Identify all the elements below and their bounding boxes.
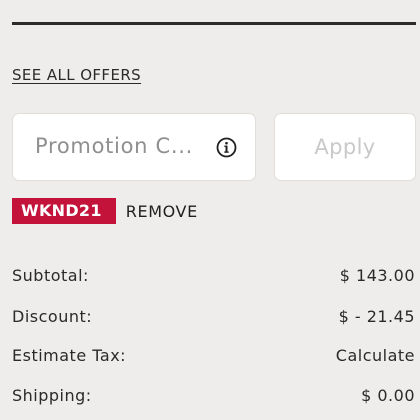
promotion-code-input[interactable]: Promotion C...: [12, 113, 256, 181]
promotion-code-placeholder: Promotion C...: [35, 134, 194, 158]
shipping-value: $ 0.00: [361, 386, 415, 405]
calculate-tax-link[interactable]: Calculate: [336, 346, 415, 365]
section-divider: [12, 22, 416, 25]
applied-code-row: WKND21 REMOVE: [12, 198, 198, 224]
discount-value: $ - 21.45: [338, 307, 415, 326]
apply-button[interactable]: Apply: [274, 113, 416, 181]
info-circle-icon[interactable]: [216, 137, 237, 158]
subtotal-label: Subtotal:: [12, 266, 89, 285]
remove-code-link[interactable]: REMOVE: [126, 202, 198, 221]
estimate-tax-label: Estimate Tax:: [12, 346, 127, 365]
promo-code-row: Promotion C... Apply: [12, 113, 416, 181]
see-all-offers-link[interactable]: SEE ALL OFFERS: [12, 66, 141, 84]
shipping-label: Shipping:: [12, 386, 92, 405]
order-summary-panel: SEE ALL OFFERS Promotion C... Apply WKND…: [0, 0, 420, 420]
discount-label: Discount:: [12, 307, 93, 326]
applied-code-badge: WKND21: [12, 198, 116, 224]
subtotal-value: $ 143.00: [339, 266, 415, 285]
